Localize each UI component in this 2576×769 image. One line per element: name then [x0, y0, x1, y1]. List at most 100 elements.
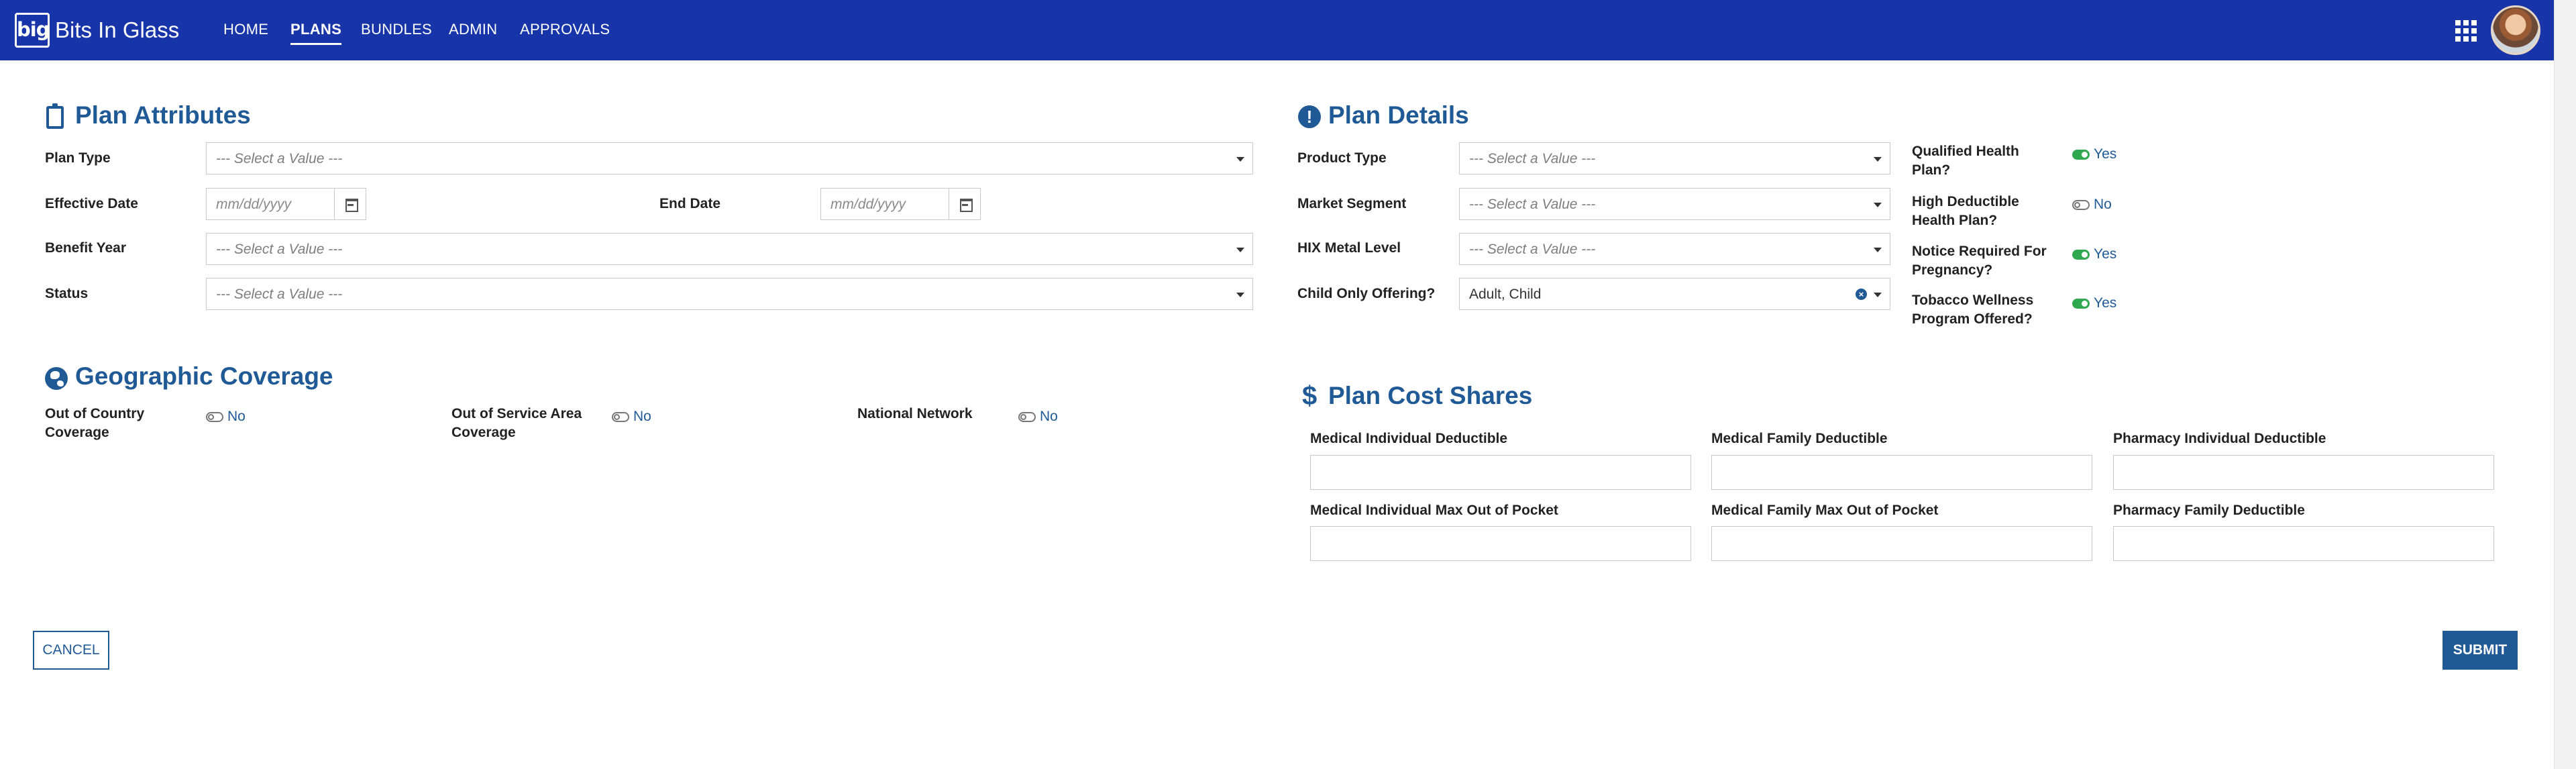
plan-attributes-title: Plan Attributes [75, 101, 251, 129]
product-type-label: Product Type [1297, 150, 1387, 166]
product-type-value: --- Select a Value --- [1469, 151, 1596, 166]
toggle-switch-icon [2072, 149, 2090, 160]
plan-details-title: Plan Details [1328, 101, 1469, 129]
status-value: --- Select a Value --- [216, 287, 343, 302]
caret-down-icon [1874, 293, 1882, 297]
clear-selection-icon[interactable]: × [1856, 289, 1867, 300]
out-of-country-label-line1: Out of Country [45, 406, 145, 421]
qualified-health-plan-toggle[interactable]: Yes [2072, 146, 2116, 162]
qualified-health-plan-label-line2: Plan? [1912, 162, 1951, 178]
out-of-country-toggle[interactable]: No [206, 409, 246, 425]
plan-type-label: Plan Type [45, 150, 111, 166]
status-select[interactable]: --- Select a Value --- [206, 278, 1253, 310]
medical-individual-max-oop-input[interactable] [1310, 526, 1691, 561]
caret-down-icon [1874, 203, 1882, 207]
nav-home[interactable]: HOME [223, 20, 268, 39]
notice-pregnancy-value: Yes [2094, 246, 2117, 262]
medical-family-max-oop-label: Medical Family Max Out of Pocket [1711, 503, 1939, 518]
nav-approvals[interactable]: APPROVALS [520, 20, 610, 39]
tobacco-wellness-label-line1: Tobacco Wellness [1912, 293, 2034, 308]
hix-metal-level-select[interactable]: --- Select a Value --- [1459, 233, 1890, 265]
hix-metal-level-label: HIX Metal Level [1297, 240, 1401, 256]
effective-date-input[interactable]: mm/dd/yyyy [206, 188, 366, 220]
caret-down-icon [1874, 157, 1882, 162]
national-network-toggle[interactable]: No [1018, 409, 1058, 425]
out-of-service-area-toggle[interactable]: No [612, 409, 651, 425]
effective-date-placeholder: mm/dd/yyyy [216, 197, 292, 212]
out-of-service-area-value: No [633, 409, 651, 424]
medical-family-deductible-input[interactable] [1711, 455, 2092, 490]
grid-apps-icon[interactable] [2455, 20, 2477, 42]
notice-pregnancy-toggle[interactable]: Yes [2072, 246, 2116, 262]
effective-date-label: Effective Date [45, 196, 138, 211]
toggle-switch-icon [2072, 298, 2090, 309]
out-of-service-area-label-line2: Coverage [451, 425, 516, 440]
nav-plans[interactable]: PLANS [290, 20, 342, 45]
notice-pregnancy-label-line2: Pregnancy? [1912, 262, 1993, 278]
pharmacy-family-deductible-input[interactable] [2113, 526, 2494, 561]
child-only-offering-label: Child Only Offering? [1297, 286, 1436, 301]
out-of-country-value: No [227, 409, 246, 424]
plan-cost-shares-title: Plan Cost Shares [1328, 382, 1533, 409]
exclamation-circle-icon: ! [1298, 105, 1321, 128]
high-deductible-label-line1: High Deductible [1912, 194, 2019, 209]
user-avatar[interactable] [2491, 5, 2540, 55]
market-segment-value: --- Select a Value --- [1469, 197, 1596, 212]
qualified-health-plan-value: Yes [2094, 146, 2117, 162]
qualified-health-plan-label-line1: Qualified Health [1912, 144, 2019, 159]
toggle-switch-icon [2072, 249, 2090, 260]
hix-metal-level-value: --- Select a Value --- [1469, 242, 1596, 257]
pharmacy-individual-deductible-input[interactable] [2113, 455, 2494, 490]
medical-family-deductible-label: Medical Family Deductible [1711, 431, 1888, 446]
pharmacy-individual-deductible-label: Pharmacy Individual Deductible [2113, 431, 2326, 446]
calendar-icon[interactable] [334, 189, 366, 219]
high-deductible-value: No [2094, 197, 2112, 212]
page-scrollbar[interactable] [2554, 0, 2576, 769]
globe-icon [45, 367, 68, 390]
high-deductible-label-line2: Health Plan? [1912, 213, 1998, 228]
national-network-label: National Network [857, 406, 973, 421]
end-date-input[interactable]: mm/dd/yyyy [820, 188, 981, 220]
benefit-year-value: --- Select a Value --- [216, 242, 343, 257]
benefit-year-select[interactable]: --- Select a Value --- [206, 233, 1253, 265]
cancel-button[interactable]: CANCEL [33, 631, 109, 670]
caret-down-icon [1236, 293, 1244, 297]
tobacco-wellness-value: Yes [2094, 295, 2117, 311]
market-segment-label: Market Segment [1297, 196, 1407, 211]
submit-button[interactable]: SUBMIT [2443, 631, 2518, 670]
notice-pregnancy-label-line1: Notice Required For [1912, 244, 2047, 259]
plan-type-select[interactable]: --- Select a Value --- [206, 142, 1253, 174]
pharmacy-family-deductible-label: Pharmacy Family Deductible [2113, 503, 2305, 518]
plan-type-value: --- Select a Value --- [216, 151, 343, 166]
out-of-country-label-line2: Coverage [45, 425, 109, 440]
toggle-switch-icon [2072, 199, 2090, 210]
geographic-coverage-title: Geographic Coverage [75, 362, 333, 390]
nav-bundles[interactable]: BUNDLES [361, 20, 432, 39]
medical-individual-deductible-label: Medical Individual Deductible [1310, 431, 1508, 446]
benefit-year-label: Benefit Year [45, 240, 127, 256]
caret-down-icon [1874, 248, 1882, 252]
brand-name[interactable]: Bits In Glass [55, 16, 179, 44]
market-segment-select[interactable]: --- Select a Value --- [1459, 188, 1890, 220]
big-logo[interactable]: big [15, 13, 50, 48]
toggle-switch-icon [612, 411, 629, 422]
nav-admin[interactable]: ADMIN [449, 20, 497, 39]
medical-family-max-oop-input[interactable] [1711, 526, 2092, 561]
tobacco-wellness-toggle[interactable]: Yes [2072, 295, 2116, 311]
medical-individual-deductible-input[interactable] [1310, 455, 1691, 490]
toggle-switch-icon [206, 411, 223, 422]
clipboard-icon [46, 103, 64, 129]
caret-down-icon [1236, 157, 1244, 162]
child-only-offering-select[interactable]: Adult, Child × [1459, 278, 1890, 310]
status-label: Status [45, 286, 89, 301]
medical-individual-max-oop-label: Medical Individual Max Out of Pocket [1310, 503, 1558, 518]
out-of-service-area-label-line1: Out of Service Area [451, 406, 582, 421]
national-network-value: No [1040, 409, 1058, 424]
end-date-label: End Date [659, 196, 721, 211]
child-only-offering-value: Adult, Child [1469, 287, 1542, 302]
top-navigation-bar: big Bits In Glass HOME PLANS BUNDLES ADM… [0, 0, 2554, 60]
high-deductible-toggle[interactable]: No [2072, 197, 2112, 213]
end-date-placeholder: mm/dd/yyyy [830, 197, 906, 212]
calendar-icon[interactable] [949, 189, 980, 219]
product-type-select[interactable]: --- Select a Value --- [1459, 142, 1890, 174]
